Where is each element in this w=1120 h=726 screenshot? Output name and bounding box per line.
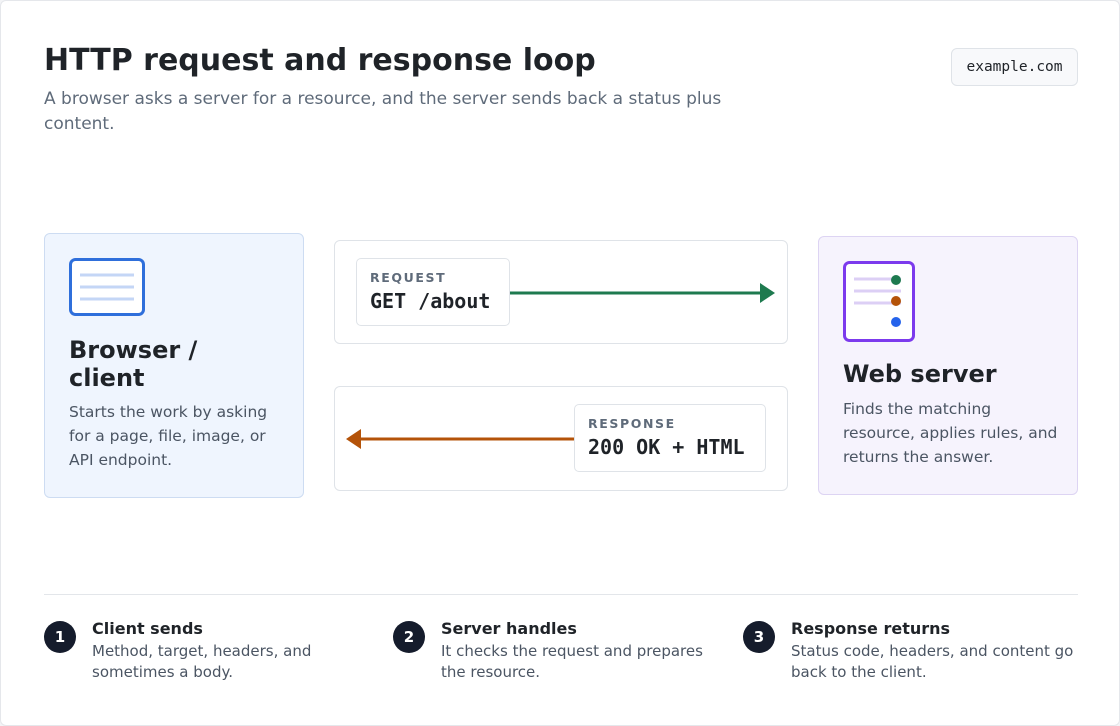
step-description: Method, target, headers, and sometimes a… — [92, 642, 312, 681]
client-card: Browser / client Starts the work by aski… — [44, 233, 304, 498]
arrow-right-icon — [510, 281, 776, 309]
server-icon — [843, 261, 915, 346]
request-tag: REQUEST GET /about — [356, 258, 510, 326]
request-lane: REQUEST GET /about — [334, 240, 788, 344]
diagram-frame: HTTP request and response loop A browser… — [0, 0, 1120, 726]
step-number-badge: 3 — [743, 621, 775, 653]
server-card: Web server Finds the matching resource, … — [818, 236, 1078, 495]
step-title: Server handles — [441, 619, 577, 638]
step-description: It checks the request and prepares the r… — [441, 642, 703, 681]
step-description: Status code, headers, and content go bac… — [791, 642, 1074, 681]
page-subtitle: A browser asks a server for a resource, … — [44, 89, 722, 134]
step-number-badge: 1 — [44, 621, 76, 653]
response-tag: RESPONSE 200 OK + HTML — [574, 404, 766, 472]
step-number-badge: 2 — [393, 621, 425, 653]
client-heading: Browser / client — [69, 336, 198, 392]
response-kicker: RESPONSE — [588, 416, 676, 431]
step-title: Client sends — [92, 619, 203, 638]
request-kicker: REQUEST — [370, 270, 447, 285]
server-description: Finds the matching resource, applies rul… — [843, 400, 1058, 466]
response-line: 200 OK + HTML — [588, 435, 745, 459]
page-title: HTTP request and response loop — [44, 43, 596, 78]
response-lane: RESPONSE 200 OK + HTML — [334, 386, 788, 491]
step-title: Response returns — [791, 619, 951, 638]
arrow-left-icon — [345, 427, 575, 455]
section-divider — [44, 594, 1078, 595]
domain-badge: example.com — [951, 48, 1078, 86]
request-line: GET /about — [370, 289, 491, 313]
server-heading: Web server — [843, 360, 997, 388]
client-description: Starts the work by asking for a page, fi… — [69, 403, 268, 469]
document-icon — [69, 258, 145, 320]
